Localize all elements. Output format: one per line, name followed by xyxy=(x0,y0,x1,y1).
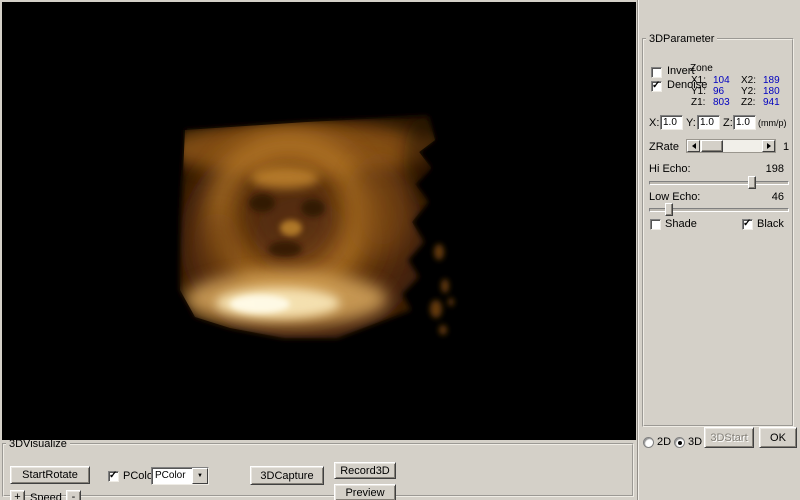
zrate-scroll-right-button[interactable] xyxy=(762,140,775,152)
mode-2d-radio[interactable] xyxy=(643,437,654,448)
hi-echo-value: 198 xyxy=(765,163,784,175)
zone-title: Zone xyxy=(690,63,713,74)
zone-label: Z2: xyxy=(741,97,756,108)
parameter-panel: 3DParameter Invert Denoise Zone X1: 104 … xyxy=(637,0,800,500)
shade-label: Shade xyxy=(665,218,697,230)
app-window: 3DParameter Invert Denoise Zone X1: 104 … xyxy=(0,0,800,500)
low-echo-slider-thumb[interactable] xyxy=(665,203,673,216)
hi-echo-slider-track[interactable] xyxy=(649,181,789,185)
zone-row: X1: 104 X2: 189 xyxy=(691,75,791,86)
zone-label: Z1: xyxy=(691,97,706,108)
ok-button[interactable]: OK xyxy=(759,427,797,448)
parameter-group: 3DParameter Invert Denoise Zone X1: 104 … xyxy=(642,33,794,427)
zone-label: X2: xyxy=(741,75,757,86)
zone-row: Y1: 96 Y2: 180 xyxy=(691,86,791,97)
capture-button[interactable]: 3DCapture xyxy=(250,466,324,485)
zrate-scrollbar-thumb[interactable] xyxy=(701,140,723,152)
zone-value: 180 xyxy=(763,86,780,97)
visualize-group-title: 3DVisualize xyxy=(9,438,67,450)
right-arrow-icon xyxy=(766,143,771,149)
denoise-checkbox[interactable] xyxy=(651,80,662,92)
pcolor-dropdown[interactable]: PColor ▼ xyxy=(151,467,209,485)
zone-value: 941 xyxy=(763,97,780,108)
zone-value: 803 xyxy=(713,97,730,108)
mode-3d-radio[interactable] xyxy=(674,437,685,448)
mode-3d-label: 3D xyxy=(688,436,703,448)
ultrasound-viewport[interactable] xyxy=(2,2,636,440)
mode-2d-label: 2D xyxy=(657,436,672,448)
zrate-label: ZRate xyxy=(649,141,679,153)
hi-echo-label: Hi Echo: xyxy=(649,163,691,175)
y-scale-field[interactable] xyxy=(697,115,720,130)
zone-label: Y2: xyxy=(741,86,757,97)
z-scale-field[interactable] xyxy=(733,115,756,130)
speed-label: Speed xyxy=(30,492,62,500)
black-label: Black xyxy=(757,218,784,230)
zrate-value: 1 xyxy=(783,141,790,153)
zrate-scrollbar[interactable] xyxy=(686,139,776,153)
shade-checkbox[interactable] xyxy=(650,219,661,230)
zone-value: 96 xyxy=(713,86,725,97)
black-checkbox[interactable] xyxy=(742,218,753,230)
pcolor-dropdown-value: PColor xyxy=(155,470,186,481)
parameter-group-title: 3DParameter xyxy=(649,33,715,45)
start3d-button[interactable]: 3DStart xyxy=(704,427,754,448)
z-scale-label: Z: xyxy=(723,117,733,129)
zone-label: X1: xyxy=(691,75,707,86)
ultrasound-render xyxy=(2,2,636,440)
low-echo-label: Low Echo: xyxy=(649,191,701,203)
dropdown-button[interactable]: ▼ xyxy=(192,468,208,484)
zone-label: Y1: xyxy=(691,86,707,97)
invert-checkbox[interactable] xyxy=(651,67,662,78)
speed-plus-button[interactable]: + xyxy=(10,490,25,500)
preview-button[interactable]: Preview xyxy=(334,484,396,500)
left-arrow-icon xyxy=(691,143,696,149)
record3d-button[interactable]: Record3D xyxy=(334,462,396,479)
scale-unit-label: (mm/p) xyxy=(758,118,787,128)
zone-row: Z1: 803 Z2: 941 xyxy=(691,97,791,108)
pcolor-checkbox[interactable] xyxy=(108,470,119,482)
visualize-group: 3DVisualize StartRotate + Speed - PColor… xyxy=(2,438,634,500)
start-rotate-button[interactable]: StartRotate xyxy=(10,466,90,484)
low-echo-value: 46 xyxy=(771,191,784,203)
hi-echo-slider-thumb[interactable] xyxy=(748,176,756,189)
zone-value: 104 xyxy=(713,75,730,86)
x-scale-field[interactable] xyxy=(660,115,683,130)
chevron-down-icon: ▼ xyxy=(197,473,203,479)
zone-value: 189 xyxy=(763,75,780,86)
speed-minus-button[interactable]: - xyxy=(66,490,81,500)
x-scale-label: X: xyxy=(649,117,660,129)
zrate-scroll-left-button[interactable] xyxy=(687,140,700,152)
y-scale-label: Y: xyxy=(686,117,696,129)
